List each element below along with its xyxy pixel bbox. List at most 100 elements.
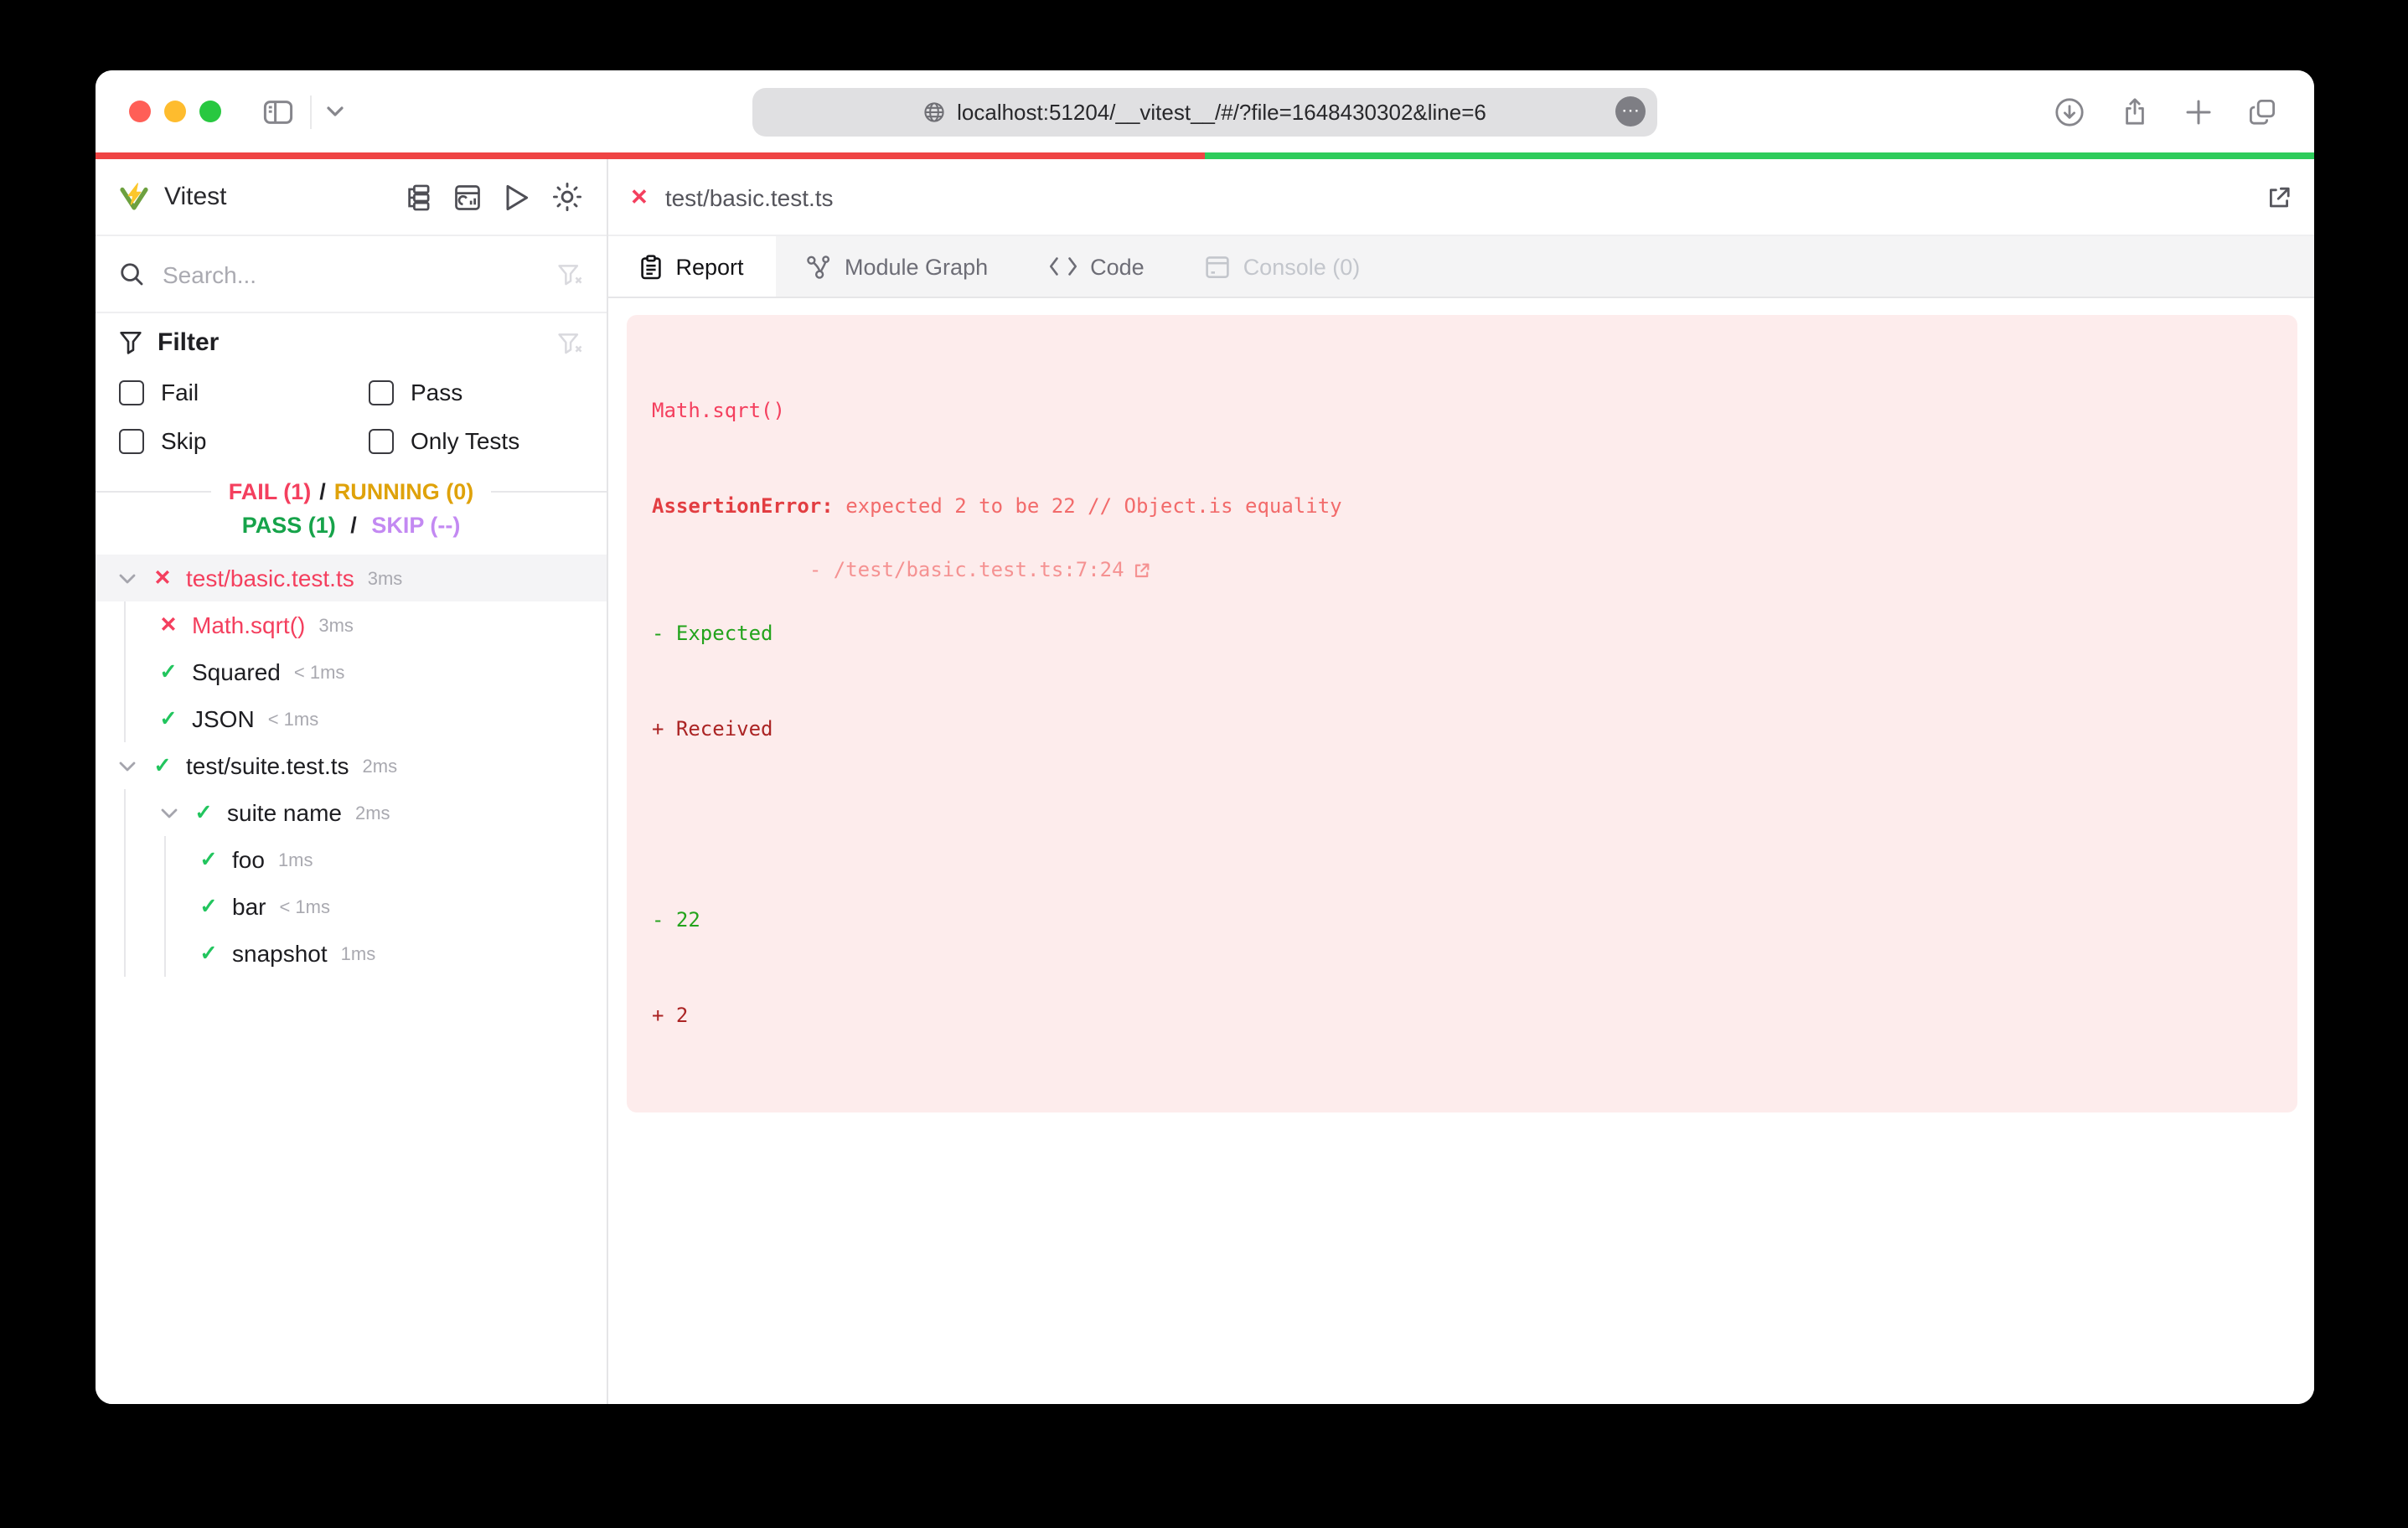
diff-added-line: + 2 (652, 1004, 689, 1027)
diff-removed-line: - 22 (652, 908, 700, 932)
error-panel: Math.sqrt() AssertionError: expected 2 t… (627, 315, 2297, 1112)
sidebar-toggle-button[interactable] (261, 95, 295, 128)
tree-item-squared[interactable]: ✓ Squared < 1ms (125, 648, 607, 695)
tab-report[interactable]: Report (608, 236, 776, 297)
checkbox-label: Fail (161, 379, 199, 405)
funnel-icon (120, 331, 142, 354)
external-link-icon (2270, 186, 2290, 207)
diff-blank-line (652, 809, 2272, 841)
dashboard-button[interactable] (452, 182, 483, 212)
chevron-down-icon[interactable] (116, 760, 139, 772)
chevron-down-icon[interactable] (157, 807, 180, 818)
summary-rule (490, 491, 607, 493)
tab-overview-button[interactable] (2247, 96, 2277, 126)
tree-item-basic-test-file[interactable]: ✕ test/basic.test.ts 3ms (96, 555, 607, 601)
tree-item-suite-name[interactable]: ✓ suite name 2ms (125, 789, 607, 836)
filter-checkbox-fail[interactable]: Fail (119, 379, 369, 405)
code-icon (1049, 257, 1077, 276)
clear-filters-button[interactable] (556, 329, 583, 356)
open-in-editor-button[interactable] (2266, 183, 2292, 210)
summary-skip-count: SKIP (--) (371, 513, 461, 538)
summary-line-2: PASS (1) / SKIP (--) (96, 513, 607, 538)
tree-item-foo[interactable]: ✓ foo 1ms (165, 836, 607, 883)
globe-icon (924, 101, 944, 121)
diff-received-label: + Received (652, 717, 773, 741)
traffic-lights (129, 101, 221, 122)
summary-running-count: RUNNING (0) (333, 479, 474, 504)
filter-x-icon (558, 264, 582, 285)
tree-item-duration: < 1ms (279, 898, 330, 918)
vitest-logo (120, 183, 148, 210)
tree-item-label: test/suite.test.ts (186, 752, 349, 779)
view-tabs: Report Module Graph Code Console (0) (608, 236, 2314, 298)
new-tab-button[interactable] (2185, 98, 2212, 125)
run-all-button[interactable] (503, 182, 531, 212)
pass-icon: ✓ (199, 941, 218, 965)
progress-pass-segment (1205, 152, 2314, 159)
error-name: AssertionError: (652, 494, 846, 518)
tab-console[interactable]: Console (0) (1175, 236, 1391, 297)
tree-item-label: bar (232, 893, 266, 920)
fail-icon: ✕ (159, 612, 178, 637)
tree-item-suite-test-file[interactable]: ✓ test/suite.test.ts 2ms (96, 742, 607, 789)
fail-icon: ✕ (153, 565, 172, 590)
tree-children-suite-name: ✓ foo 1ms ✓ bar < 1ms ✓ snapshot 1ms (163, 836, 607, 977)
sidebar: Vitest Search... Filter Fail Pass Skip O… (96, 159, 608, 1404)
close-file-icon[interactable]: ✕ (630, 186, 649, 208)
dashboard-icon (455, 184, 480, 209)
tree-item-snapshot[interactable]: ✓ snapshot 1ms (165, 930, 607, 977)
tree-list-icon (408, 183, 430, 210)
filter-checkbox-only-tests[interactable]: Only Tests (369, 427, 583, 454)
share-button[interactable] (2120, 96, 2150, 126)
filter-checkbox-skip[interactable]: Skip (119, 427, 369, 454)
sidebar-header: Vitest (96, 159, 607, 236)
report-view: Math.sqrt() AssertionError: expected 2 t… (608, 298, 2314, 1404)
progress-fail-segment (96, 152, 1205, 159)
tab-module-graph[interactable]: Module Graph (776, 236, 1018, 297)
error-location-text: - /test/basic.test.ts:7:24 (797, 558, 1124, 581)
summary-pass-count: PASS (1) (241, 513, 336, 538)
app-title: Vitest (164, 183, 227, 211)
chevron-down-icon (327, 106, 344, 116)
close-window-button[interactable] (129, 101, 151, 122)
tab-code[interactable]: Code (1018, 236, 1175, 297)
console-icon (1205, 256, 1229, 277)
pass-icon: ✓ (159, 706, 178, 730)
diff-expected-label: - Expected (652, 622, 773, 645)
tree-item-bar[interactable]: ✓ bar < 1ms (165, 883, 607, 930)
test-file-tree: ✕ test/basic.test.ts 3ms ✕ Math.sqrt() 3… (96, 551, 607, 1404)
search-row (96, 236, 607, 313)
test-progress-bar (96, 152, 2314, 159)
checkbox-icon (119, 428, 144, 453)
pass-icon: ✓ (159, 659, 178, 684)
filter-checkbox-pass[interactable]: Pass (369, 379, 583, 405)
clear-search-filter-button[interactable] (556, 261, 583, 287)
checkbox-label: Skip (161, 427, 207, 454)
zoom-window-button[interactable] (199, 101, 221, 122)
checkbox-label: Pass (411, 379, 463, 405)
toolbar-separator (310, 95, 312, 128)
filter-x-icon (558, 333, 582, 354)
collapse-tree-button[interactable] (402, 182, 432, 212)
theme-toggle-button[interactable] (551, 181, 583, 213)
checkbox-icon (369, 428, 394, 453)
tab-label: Console (0) (1243, 254, 1361, 279)
tab-label: Code (1090, 254, 1145, 279)
tree-item-math-sqrt[interactable]: ✕ Math.sqrt() 3ms (125, 601, 607, 648)
tree-item-label: Math.sqrt() (192, 612, 306, 638)
downloads-button[interactable] (2054, 96, 2085, 126)
search-input[interactable] (159, 259, 541, 289)
open-file-header: ✕ test/basic.test.ts (608, 159, 2314, 236)
url-bar[interactable]: localhost:51204/__vitest__/#/?file=16484… (752, 87, 1657, 136)
tree-item-duration: 3ms (318, 617, 354, 637)
checkbox-icon (369, 379, 394, 405)
minimize-window-button[interactable] (164, 101, 186, 122)
summary-separator: / (319, 479, 326, 504)
chevron-down-icon[interactable] (116, 572, 139, 584)
plus-icon (2186, 99, 2211, 124)
sidebar-chevron-button[interactable] (327, 106, 344, 117)
page-menu-button[interactable]: ⋯ (1615, 96, 1646, 126)
tree-item-json[interactable]: ✓ JSON < 1ms (125, 695, 607, 742)
error-location-link[interactable]: - /test/basic.test.ts:7:24 (797, 555, 1150, 586)
download-icon (2055, 97, 2084, 126)
